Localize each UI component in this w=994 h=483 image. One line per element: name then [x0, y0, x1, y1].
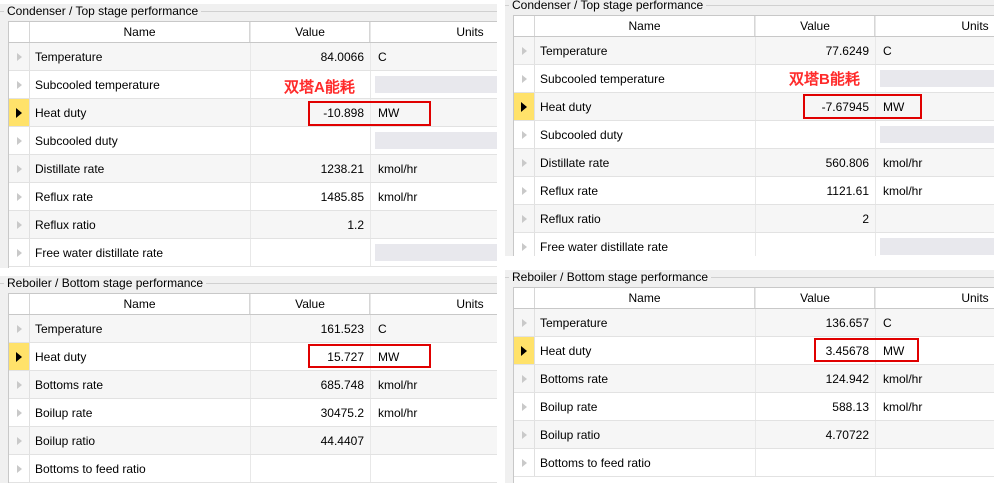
row-selected-arrow-icon — [514, 337, 535, 364]
row-indicator-icon — [514, 149, 535, 176]
right-reboiler-title: Reboiler / Bottom stage performance — [509, 270, 712, 284]
table-row[interactable]: Bottoms rate 685.748 kmol/hr — [9, 371, 497, 399]
left-reboiler-title: Reboiler / Bottom stage performance — [4, 276, 207, 290]
table-row[interactable]: Bottoms to feed ratio — [514, 449, 994, 477]
table-row[interactable]: Bottoms rate 124.942 kmol/hr — [514, 365, 994, 393]
left-reboiler-panel: Reboiler / Bottom stage performance Name… — [0, 276, 497, 483]
table-row[interactable]: Distillate rate 560.806 kmol/hr — [514, 149, 994, 177]
row-indicator-icon — [514, 421, 535, 448]
column-header-value[interactable]: Value — [755, 16, 875, 36]
units-dropdown[interactable] — [875, 121, 994, 148]
row-indicator-icon — [514, 393, 535, 420]
left-reboiler-grid[interactable]: Name Value Units Temperature 161.523 C Hea… — [8, 293, 497, 483]
column-header-units[interactable]: Units — [370, 294, 497, 314]
table-row[interactable]: Temperature 84.0066 C — [9, 43, 497, 71]
column-header-name[interactable]: Name — [30, 294, 250, 314]
units-dropdown[interactable] — [370, 127, 497, 154]
table-row[interactable]: Subcooled duty — [9, 127, 497, 155]
units-dropdown[interactable] — [875, 233, 994, 256]
column-header-value[interactable]: Value — [250, 294, 370, 314]
table-row-selected[interactable]: Heat duty -10.898 MW — [9, 99, 497, 127]
row-indicator-icon — [9, 127, 30, 154]
annotation-tower-b: 双塔B能耗 — [789, 71, 860, 88]
left-condenser-grid[interactable]: Name Value Units Temperature 84.0066 C Sub… — [8, 21, 497, 268]
right-condenser-title: Condenser / Top stage performance — [509, 0, 707, 12]
table-row[interactable]: Reflux ratio 2 — [514, 205, 994, 233]
table-row[interactable]: Free water distillate rate — [9, 239, 497, 267]
table-row[interactable]: Subcooled duty — [514, 121, 994, 149]
grid-header: Name Value Units — [514, 16, 994, 37]
row-indicator-icon — [514, 449, 535, 476]
table-row[interactable]: Reflux rate 1485.85 kmol/hr — [9, 183, 497, 211]
right-reboiler-panel: Reboiler / Bottom stage performance Name… — [505, 270, 994, 483]
table-row[interactable]: Reflux rate 1121.61 kmol/hr — [514, 177, 994, 205]
table-row[interactable]: Subcooled temperature — [514, 65, 994, 93]
grid-header: Name Value Units — [9, 294, 497, 315]
row-selected-arrow-icon — [514, 93, 535, 120]
column-header-units[interactable]: Units — [370, 22, 497, 42]
row-indicator-icon — [514, 177, 535, 204]
column-header-units[interactable]: Units — [875, 16, 994, 36]
table-row-selected[interactable]: Heat duty 3.45678 MW — [514, 337, 994, 365]
column-header-value[interactable]: Value — [250, 22, 370, 42]
row-indicator-icon — [9, 427, 30, 454]
column-header-name[interactable]: Name — [535, 288, 755, 308]
units-dropdown[interactable] — [370, 71, 497, 98]
right-condenser-grid[interactable]: Name Value Units Temperature 77.6249 C Sub… — [513, 15, 994, 256]
row-selected-arrow-icon — [9, 343, 30, 370]
table-row[interactable]: Temperature 77.6249 C — [514, 37, 994, 65]
grid-header: Name Value Units — [514, 288, 994, 309]
right-reboiler-grid[interactable]: Name Value Units Temperature 136.657 C Hea… — [513, 287, 994, 483]
row-indicator-icon — [9, 315, 30, 342]
row-indicator-icon — [9, 155, 30, 182]
table-row[interactable]: Temperature 136.657 C — [514, 309, 994, 337]
row-indicator-icon — [9, 371, 30, 398]
table-row[interactable]: Free water distillate rate — [514, 233, 994, 256]
left-condenser-title: Condenser / Top stage performance — [4, 4, 202, 18]
table-row[interactable]: Reflux ratio 1.2 — [9, 211, 497, 239]
row-indicator-icon — [9, 211, 30, 238]
row-indicator-icon — [9, 455, 30, 482]
row-indicator-icon — [514, 365, 535, 392]
units-dropdown[interactable] — [370, 239, 497, 266]
table-row-selected[interactable]: Heat duty -7.67945 MW — [514, 93, 994, 121]
row-indicator-icon — [514, 233, 535, 256]
row-indicator-icon — [514, 65, 535, 92]
column-header-value[interactable]: Value — [755, 288, 875, 308]
row-indicator-icon — [9, 183, 30, 210]
units-dropdown[interactable] — [875, 65, 994, 92]
row-indicator-icon — [514, 37, 535, 64]
table-row[interactable]: Boilup ratio 4.70722 — [514, 421, 994, 449]
row-indicator-icon — [9, 399, 30, 426]
table-row[interactable]: Boilup rate 588.13 kmol/hr — [514, 393, 994, 421]
table-row[interactable]: Boilup rate 30475.2 kmol/hr — [9, 399, 497, 427]
row-indicator-icon — [514, 121, 535, 148]
annotation-tower-a: 双塔A能耗 — [284, 79, 355, 96]
left-condenser-panel: Condenser / Top stage performance Name V… — [0, 4, 497, 268]
row-indicator-icon — [9, 71, 30, 98]
right-condenser-panel: Condenser / Top stage performance Name V… — [505, 0, 994, 256]
column-header-units[interactable]: Units — [875, 288, 994, 308]
table-row[interactable]: Distillate rate 1238.21 kmol/hr — [9, 155, 497, 183]
table-row[interactable]: Bottoms to feed ratio — [9, 455, 497, 483]
row-indicator-icon — [9, 43, 30, 70]
row-selected-arrow-icon — [9, 99, 30, 126]
grid-header: Name Value Units — [9, 22, 497, 43]
row-indicator-icon — [514, 205, 535, 232]
table-row-selected[interactable]: Heat duty 15.727 MW — [9, 343, 497, 371]
column-header-name[interactable]: Name — [30, 22, 250, 42]
table-row[interactable]: Subcooled temperature — [9, 71, 497, 99]
row-indicator-icon — [9, 239, 30, 266]
row-indicator-icon — [514, 309, 535, 336]
column-header-name[interactable]: Name — [535, 16, 755, 36]
table-row[interactable]: Boilup ratio 44.4407 — [9, 427, 497, 455]
table-row[interactable]: Temperature 161.523 C — [9, 315, 497, 343]
